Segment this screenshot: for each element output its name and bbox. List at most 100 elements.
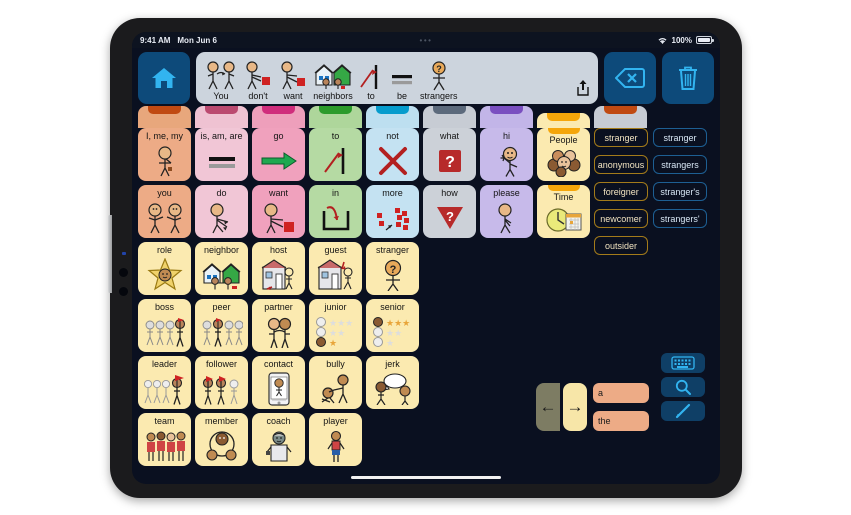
synonym-item[interactable]: stranger: [594, 128, 648, 147]
tab-verbs[interactable]: [252, 106, 305, 128]
tab-negation[interactable]: [366, 106, 419, 128]
search-icon: [675, 379, 691, 395]
inflection-item[interactable]: strangers: [653, 155, 707, 174]
tab-notch: [319, 106, 352, 114]
cell-player[interactable]: player: [309, 413, 362, 466]
cell-label: to: [331, 131, 340, 141]
cell-member[interactable]: member: [195, 413, 248, 466]
cell-label: what: [439, 131, 459, 141]
cell-label: follower: [205, 359, 237, 369]
tab-prepositions[interactable]: [309, 106, 362, 128]
tab-groups[interactable]: [594, 106, 647, 128]
svg-text:★: ★: [329, 338, 337, 347]
synonym-item[interactable]: foreigner: [594, 182, 648, 201]
clear-button[interactable]: [662, 52, 714, 104]
cell-team[interactable]: team: [138, 413, 191, 466]
sentence-word[interactable]: don't: [241, 61, 275, 102]
sentence-word[interactable]: neighbors: [311, 61, 355, 102]
cell-senior[interactable]: senior ★★★ ★★ ★: [366, 299, 419, 352]
search-button[interactable]: [661, 377, 705, 397]
cell-partner[interactable]: partner: [252, 299, 305, 352]
backspace-button[interactable]: [604, 52, 656, 104]
cell-label: stranger: [375, 245, 410, 255]
cell-to[interactable]: to: [309, 128, 362, 181]
cell-neighbor[interactable]: neighbor: [195, 242, 248, 295]
cell-you[interactable]: you: [138, 185, 191, 238]
inflection-item[interactable]: strangers': [653, 209, 707, 228]
cell-contact[interactable]: contact: [252, 356, 305, 409]
cell-label: want: [268, 188, 288, 198]
house-welcoming-person-icon: [252, 255, 305, 295]
sentence-word[interactable]: You: [202, 61, 240, 102]
cell-guest[interactable]: guest: [309, 242, 362, 295]
cell-jerk[interactable]: jerk: [366, 356, 419, 409]
arrow-into-container-icon: [309, 198, 362, 238]
equals-icon: [195, 141, 248, 181]
person-question-mark-icon: ?: [366, 255, 419, 295]
cell-stranger[interactable]: stranger ?: [366, 242, 419, 295]
cell-label: hi: [502, 131, 510, 141]
inflection-item[interactable]: stranger's: [653, 182, 707, 201]
synonym-item[interactable]: outsider: [594, 236, 648, 255]
cell-junior[interactable]: junior ★★★ ★★ ★: [309, 299, 362, 352]
cell-how[interactable]: how ?: [423, 185, 476, 238]
back-button[interactable]: ←: [536, 383, 560, 431]
home-button[interactable]: [138, 52, 190, 104]
cell-peer[interactable]: peer: [195, 299, 248, 352]
cell-role[interactable]: role: [138, 242, 191, 295]
cell-go[interactable]: go: [252, 128, 305, 181]
tab-verbs-be[interactable]: [195, 106, 248, 128]
cell-bully[interactable]: bully: [309, 356, 362, 409]
battery-icon: [696, 36, 714, 44]
tab-people-folder[interactable]: [537, 113, 590, 128]
cell-want[interactable]: want: [252, 185, 305, 238]
cell-is-am-are[interactable]: is, am, are: [195, 128, 248, 181]
tab-social[interactable]: [480, 106, 533, 128]
sentence-word[interactable]: ? strangers: [418, 61, 460, 102]
cell-folder-people[interactable]: People: [537, 128, 590, 181]
sentence-word[interactable]: to: [356, 61, 386, 102]
share-button[interactable]: [575, 79, 591, 97]
article-the[interactable]: the: [593, 411, 649, 431]
trash-icon: [676, 65, 700, 91]
cell-label: Time: [553, 192, 574, 202]
cell-label: People: [549, 135, 578, 145]
draw-button[interactable]: [661, 401, 705, 421]
cell-do[interactable]: do: [195, 185, 248, 238]
sentence-bar[interactable]: You don't want neighbors to be ? strange…: [196, 52, 598, 104]
forward-button[interactable]: →: [563, 383, 587, 431]
tool-column: [661, 353, 705, 421]
cell-label: coach: [266, 416, 291, 426]
cell-follower[interactable]: follower: [195, 356, 248, 409]
cell-folder-time[interactable]: Time: [537, 185, 590, 238]
cell-please[interactable]: please: [480, 185, 533, 238]
synonym-prediction-column: stranger anonymous foreigner newcomer ou…: [594, 128, 648, 263]
keyboard-button[interactable]: [661, 353, 705, 373]
inflection-item[interactable]: stranger: [653, 128, 707, 147]
tab-questions[interactable]: [423, 106, 476, 128]
synonym-item[interactable]: anonymous: [594, 155, 648, 174]
cell-boss[interactable]: boss: [138, 299, 191, 352]
cell-in[interactable]: in: [309, 185, 362, 238]
cell-more[interactable]: more: [366, 185, 419, 238]
cell-label: more: [382, 188, 403, 198]
tab-pronouns[interactable]: [138, 106, 191, 128]
sentence-word[interactable]: want: [276, 61, 310, 102]
tab-notch: [262, 106, 295, 114]
article-a[interactable]: a: [593, 383, 649, 403]
red-question-square-icon: ?: [423, 141, 476, 181]
cell-label: jerk: [385, 359, 400, 369]
cell-host[interactable]: host: [252, 242, 305, 295]
sentence-word[interactable]: be: [387, 61, 417, 102]
cell-coach[interactable]: coach: [252, 413, 305, 466]
person-entering-house-icon: [309, 255, 362, 295]
cell-hi[interactable]: hi: [480, 128, 533, 181]
red-question-triangle-icon: ?: [423, 198, 476, 238]
people-following-icon: [195, 369, 248, 409]
cell-what[interactable]: what ?: [423, 128, 476, 181]
cell-leader[interactable]: leader: [138, 356, 191, 409]
synonym-item[interactable]: newcomer: [594, 209, 648, 228]
cell-i-me-my[interactable]: I, me, my: [138, 128, 191, 181]
home-indicator[interactable]: [351, 476, 501, 479]
cell-not[interactable]: not: [366, 128, 419, 181]
